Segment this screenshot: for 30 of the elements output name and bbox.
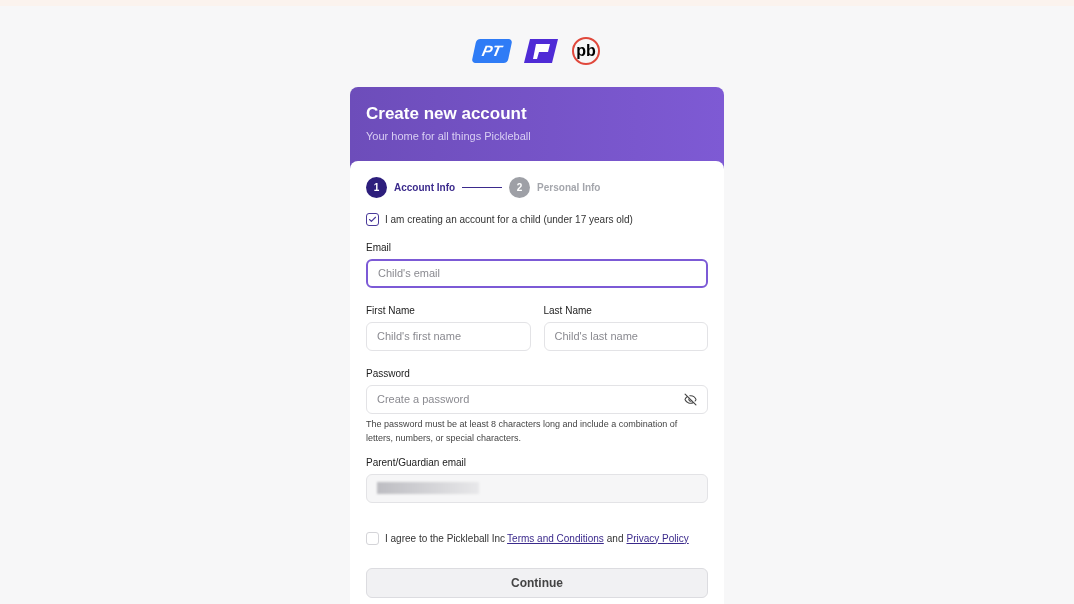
input-field[interactable]: Child's last name [543, 321, 708, 351]
input-field[interactable]: Child's email [366, 258, 708, 288]
input-field[interactable]: Create a password [366, 384, 708, 414]
checkbox[interactable] [366, 212, 379, 226]
agree-text: and [606, 531, 624, 546]
subtitle: Your home for all things Pickleball [366, 129, 532, 144]
step-number: 1 [366, 176, 387, 198]
input-field[interactable]: Child's first name [366, 321, 531, 351]
field-label: Parent/Guardian email [366, 455, 468, 470]
terms-link[interactable]: Terms and Conditions [507, 530, 604, 546]
agree-text: I agree to the Pickleball Inc [385, 531, 506, 546]
field-label: Last Name [543, 303, 593, 318]
eye-off-icon[interactable] [684, 392, 697, 406]
continue-button[interactable]: Continue [366, 567, 708, 598]
field-label: Email [366, 240, 392, 255]
logo: PT [471, 39, 513, 63]
logo: pb [572, 37, 600, 65]
step-number: 2 [509, 176, 531, 198]
checkbox-label: I am creating an account for a child (under 17 years old) [385, 212, 633, 227]
field-label: First Name [366, 303, 416, 318]
placeholder: Child's email [378, 265, 440, 281]
field-label: Password [366, 366, 411, 381]
privacy-link[interactable]: Privacy Policy [626, 530, 689, 546]
step-label: Account Info [394, 180, 456, 195]
hint-text: The password must be at least 8 characters long and include a combination of letters, numbers, or special characters. [366, 417, 679, 445]
title: Create new account [366, 103, 528, 125]
step-label: Personal Info [537, 180, 601, 195]
logo-icon [524, 39, 558, 63]
check-icon [368, 214, 377, 224]
input-field[interactable] [366, 473, 708, 503]
